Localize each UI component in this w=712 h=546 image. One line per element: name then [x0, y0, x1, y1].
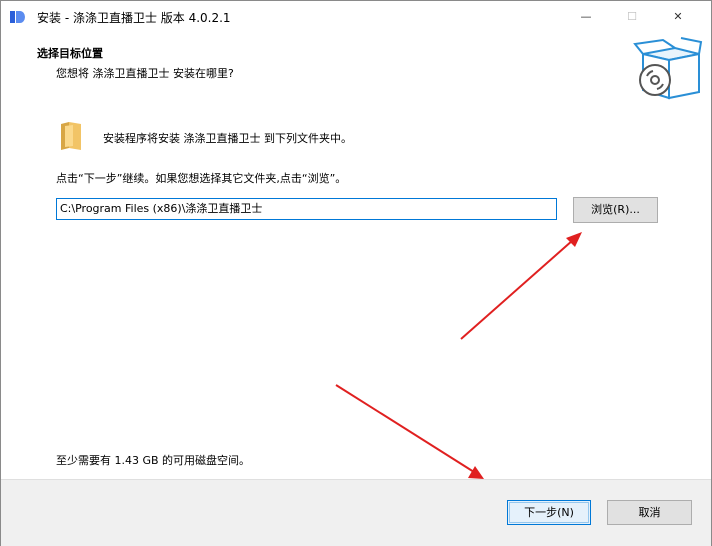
close-icon: ✕ — [673, 10, 683, 23]
page-subtitle: 您想将 涤涤卫直播卫士 安装在哪里? — [56, 67, 234, 80]
close-button[interactable]: ✕ — [655, 1, 701, 32]
wizard-header: 选择目标位置 您想将 涤涤卫直播卫士 安装在哪里? — [1, 32, 711, 103]
wizard-footer: 下一步(N) 取消 — [1, 479, 711, 546]
disk-space-text: 至少需要有 1.43 GB 的可用磁盘空间。 — [56, 454, 251, 467]
minimize-button[interactable]: — — [563, 1, 609, 32]
app-logo-icon — [10, 11, 25, 23]
cancel-button[interactable]: 取消 — [607, 500, 692, 525]
title-bar: 安装 - 涤涤卫直播卫士 版本 4.0.2.1 — ☐ ✕ — [1, 1, 711, 32]
minimize-icon: — — [580, 10, 592, 23]
browse-button[interactable]: 浏览(R)... — [573, 197, 658, 223]
maximize-icon: ☐ — [627, 10, 637, 23]
window-title: 安装 - 涤涤卫直播卫士 版本 4.0.2.1 — [37, 11, 231, 25]
next-button[interactable]: 下一步(N) — [507, 500, 591, 525]
folder-icon — [61, 122, 81, 150]
installer-window: 安装 - 涤涤卫直播卫士 版本 4.0.2.1 — ☐ ✕ 选择目标位置 您想将… — [0, 0, 712, 546]
software-box-icon — [633, 37, 703, 100]
wizard-content: 安装程序将安装 涤涤卫直播卫士 到下列文件夹中。 点击“下一步”继续。如果您想选… — [1, 103, 711, 479]
folder-description: 安装程序将安装 涤涤卫直播卫士 到下列文件夹中。 — [103, 132, 352, 145]
maximize-button[interactable]: ☐ — [609, 1, 655, 32]
page-title: 选择目标位置 — [37, 47, 103, 60]
install-path-input[interactable]: C:\Program Files (x86)\涤涤卫直播卫士 — [56, 198, 557, 220]
instruction-text: 点击“下一步”继续。如果您想选择其它文件夹,点击“浏览”。 — [56, 172, 347, 185]
